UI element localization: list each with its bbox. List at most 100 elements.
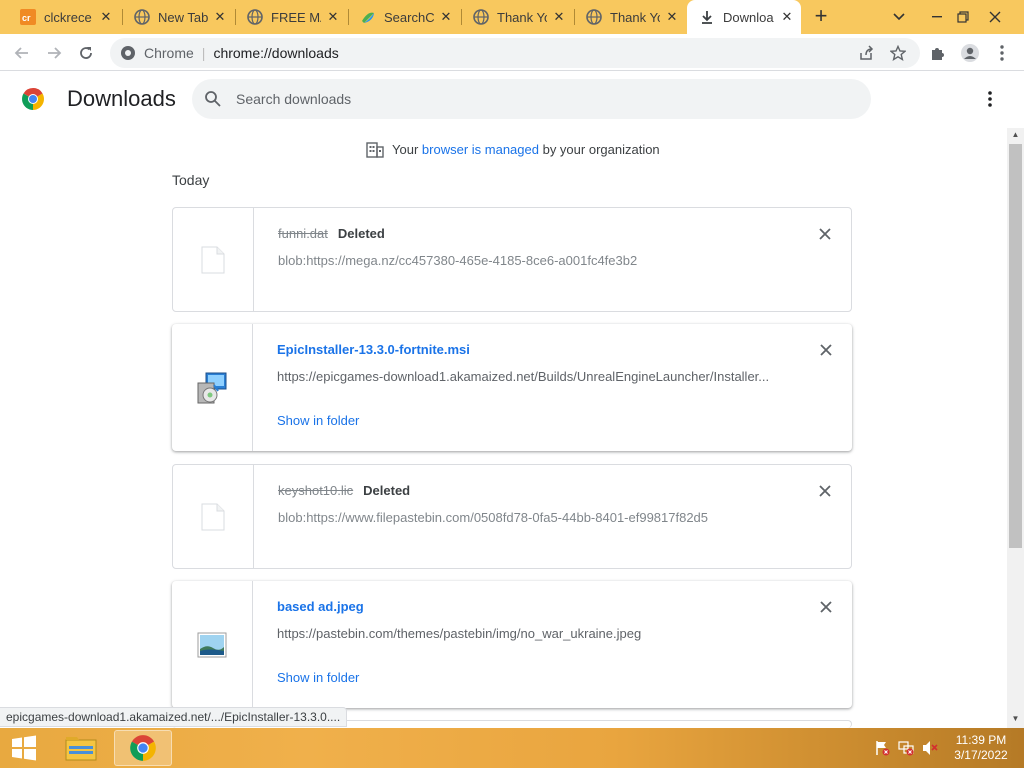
tab-thank-you-2[interactable]: Thank Yo ✕ [574,3,686,31]
back-button[interactable] [8,39,36,67]
download-filename: keyshot10.lic Deleted [278,483,411,498]
close-icon[interactable]: ✕ [438,9,454,25]
scheme-separator: | [201,45,206,61]
globe-icon [473,9,489,25]
page-title: Downloads [67,86,176,111]
globe-icon [247,9,263,25]
image-file-icon [197,632,227,657]
bookmark-star-icon[interactable] [884,38,912,68]
download-filename-link[interactable]: EpicInstaller-13.3.0-fortnite.msi [277,342,470,357]
downloads-menu-icon[interactable] [978,87,1002,111]
profile-avatar-icon[interactable] [956,39,984,67]
cr-icon: cr [20,9,36,25]
close-icon[interactable]: ✕ [551,9,567,25]
searchco-icon [360,9,376,25]
tab-free-ma[interactable]: FREE MA ✕ [235,3,347,31]
scroll-up-arrow-icon[interactable]: ▲ [1007,128,1024,142]
download-item: based ad.jpeg https://pastebin.com/theme… [172,581,852,708]
tab-title: Thank Yo [610,9,660,25]
blank-file-icon [201,503,225,530]
download-source-url: blob:https://www.filepastebin.com/0508fd… [278,510,709,525]
forward-button[interactable] [40,39,68,67]
download-source-url[interactable]: https://pastebin.com/themes/pastebin/img… [277,626,797,641]
tab-downloads[interactable]: Downloa ✕ [687,0,801,34]
blank-file-icon [201,246,225,273]
downloads-header: Downloads [0,72,1024,128]
section-date-label: Today [172,172,210,188]
tab-title: clckrece [44,9,92,25]
search-downloads-box[interactable] [192,79,871,119]
search-input[interactable] [236,91,836,107]
extensions-puzzle-icon[interactable] [924,39,952,67]
managed-notice: Your browser is managed by your organiza… [366,140,660,158]
svg-text:cr: cr [22,13,31,23]
tab-title: SearchCo [384,9,434,25]
tab-thank-you-1[interactable]: Thank Yo ✕ [461,3,573,31]
chrome-page-icon [120,45,136,61]
browser-menu-icon[interactable] [988,39,1016,67]
remove-download-button[interactable] [818,599,834,615]
download-item: keyshot10.lic Deleted blob:https://www.fi… [172,464,852,569]
start-button[interactable] [0,728,48,768]
system-clock[interactable]: 11:39 PM 3/17/2022 [946,733,1016,763]
close-icon[interactable]: ✕ [664,9,680,25]
chrome-taskbar-button[interactable] [114,730,172,766]
download-source-url[interactable]: https://epicgames-download1.akamaized.ne… [277,369,797,384]
tab-clckrece[interactable]: cr clckrece ✕ [8,3,120,31]
building-icon [366,140,384,158]
remove-download-button[interactable] [818,342,834,358]
close-icon [820,601,832,613]
new-tab-button[interactable]: + [810,5,832,28]
forward-arrow-icon [48,47,62,59]
show-in-folder-link[interactable]: Show in folder [277,413,359,428]
chrome-logo-icon [21,87,45,111]
tab-title: New Tab [158,9,208,25]
network-icon[interactable] [897,740,915,756]
remove-download-button[interactable] [817,483,833,499]
download-status: Deleted [337,226,385,241]
download-icon [699,9,715,25]
tab-search-chevron-icon[interactable] [882,0,916,34]
folder-icon [65,737,97,761]
remove-download-button[interactable] [817,226,833,242]
tab-title: Downloa [723,9,774,25]
volume-muted-icon[interactable] [921,740,939,756]
back-arrow-icon [14,47,28,59]
managed-suffix: by your organization [542,141,660,157]
tab-title: FREE MA [271,9,321,25]
managed-link[interactable]: browser is managed [422,142,539,157]
close-window-button[interactable] [978,0,1012,34]
close-icon [820,344,832,356]
globe-icon [586,9,602,25]
clock-time: 11:39 PM [955,733,1007,747]
file-explorer-taskbar-button[interactable] [52,730,110,766]
tab-new-tab[interactable]: New Tab ✕ [122,3,234,31]
installer-icon [197,372,227,403]
download-filename-link[interactable]: based ad.jpeg [277,599,364,614]
reload-button[interactable] [72,39,100,67]
close-icon[interactable]: ✕ [325,9,341,25]
download-item: funni.dat Deleted blob:https://mega.nz/cc… [172,207,852,312]
chrome-logo-icon [130,735,156,761]
search-icon [204,90,222,108]
scrollbar-thumb[interactable] [1009,144,1022,548]
reload-icon [80,47,92,59]
restore-button[interactable] [946,0,980,34]
address-bar[interactable]: Chrome | chrome://downloads [110,38,920,68]
tab-strip: cr clckrece ✕ New Tab ✕ FREE MA ✕ Search… [0,0,1024,34]
action-center-flag-icon[interactable] [873,740,891,756]
link-status-bubble: epicgames-download1.akamaized.net/.../Ep… [0,707,348,727]
scheme-label: Chrome [144,45,194,61]
close-icon[interactable]: ✕ [212,9,228,25]
share-icon[interactable] [852,38,880,68]
browser-toolbar: Chrome | chrome://downloads [0,34,1024,71]
scroll-down-arrow-icon[interactable]: ▼ [1007,712,1024,726]
tab-title: Thank Yo [497,9,547,25]
close-icon[interactable]: ✕ [98,9,114,25]
close-icon [819,485,831,497]
url-text[interactable]: chrome://downloads [213,45,338,61]
show-in-folder-link[interactable]: Show in folder [277,670,359,685]
close-icon[interactable]: ✕ [779,9,795,25]
tab-searchco[interactable]: SearchCo ✕ [348,3,460,31]
download-filename: funni.dat Deleted [278,226,385,241]
